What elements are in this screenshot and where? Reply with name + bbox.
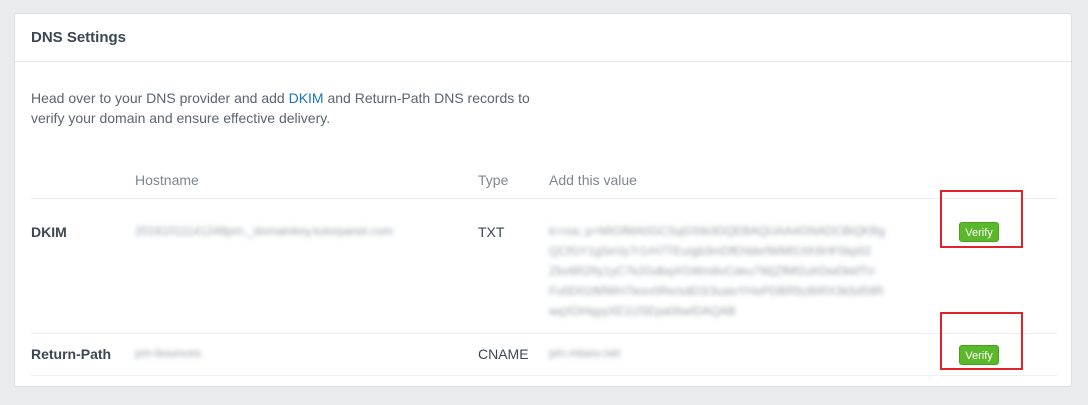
intro-text-start: Head over to your DNS provider and add <box>31 90 289 106</box>
dkim-value-line: wqXDHqyyXE1USEpa0IiwIDAQAB <box>549 304 736 318</box>
return-path-value: pm.mtasv.net <box>549 346 621 360</box>
row-label-dkim: DKIM <box>31 224 67 240</box>
intro-text: Head over to your DNS provider and add D… <box>31 88 551 128</box>
column-header-hostname: Hostname <box>135 172 199 188</box>
dkim-link[interactable]: DKIM <box>289 90 324 106</box>
panel-header: DNS Settings <box>15 14 1071 62</box>
verify-dkim-highlight <box>940 190 1023 248</box>
column-header-type: Type <box>478 172 509 188</box>
row-divider <box>31 333 1057 334</box>
dns-settings-panel: DNS Settings Head over to your DNS provi… <box>14 13 1072 387</box>
panel-title: DNS Settings <box>31 29 127 46</box>
dkim-value-line: Fu0D01f6fWH7lexv0Re/xdD3/3uaivYHePDBR5cB… <box>549 284 884 298</box>
row-label-return-path: Return-Path <box>31 346 112 362</box>
dkim-value-line: k=rsa; p=MIGfMA0GCSqGSIb3DQEBAQUAA4GNADC… <box>549 224 886 238</box>
row-divider <box>31 375 1057 376</box>
column-header-value: Add this value <box>549 172 637 188</box>
dkim-value-line: QCfGY1gSeVy7r1rH7TEu/gb3mDfEhbbrfWMf1XK6… <box>549 244 872 258</box>
dkim-hostname: 20181011141248pm._domainkey.tutorpanel.c… <box>135 224 394 238</box>
return-path-hostname: pm-bounces <box>135 346 202 360</box>
header-divider <box>31 198 1057 199</box>
verify-return-path-highlight <box>940 312 1023 370</box>
return-path-type: CNAME <box>478 346 529 362</box>
dkim-type: TXT <box>478 224 505 240</box>
dkim-value-line: Zbv6R2fIy1yC7k2GdbqXGWm8vCdeu7WjZfMf2ufr… <box>549 264 876 278</box>
